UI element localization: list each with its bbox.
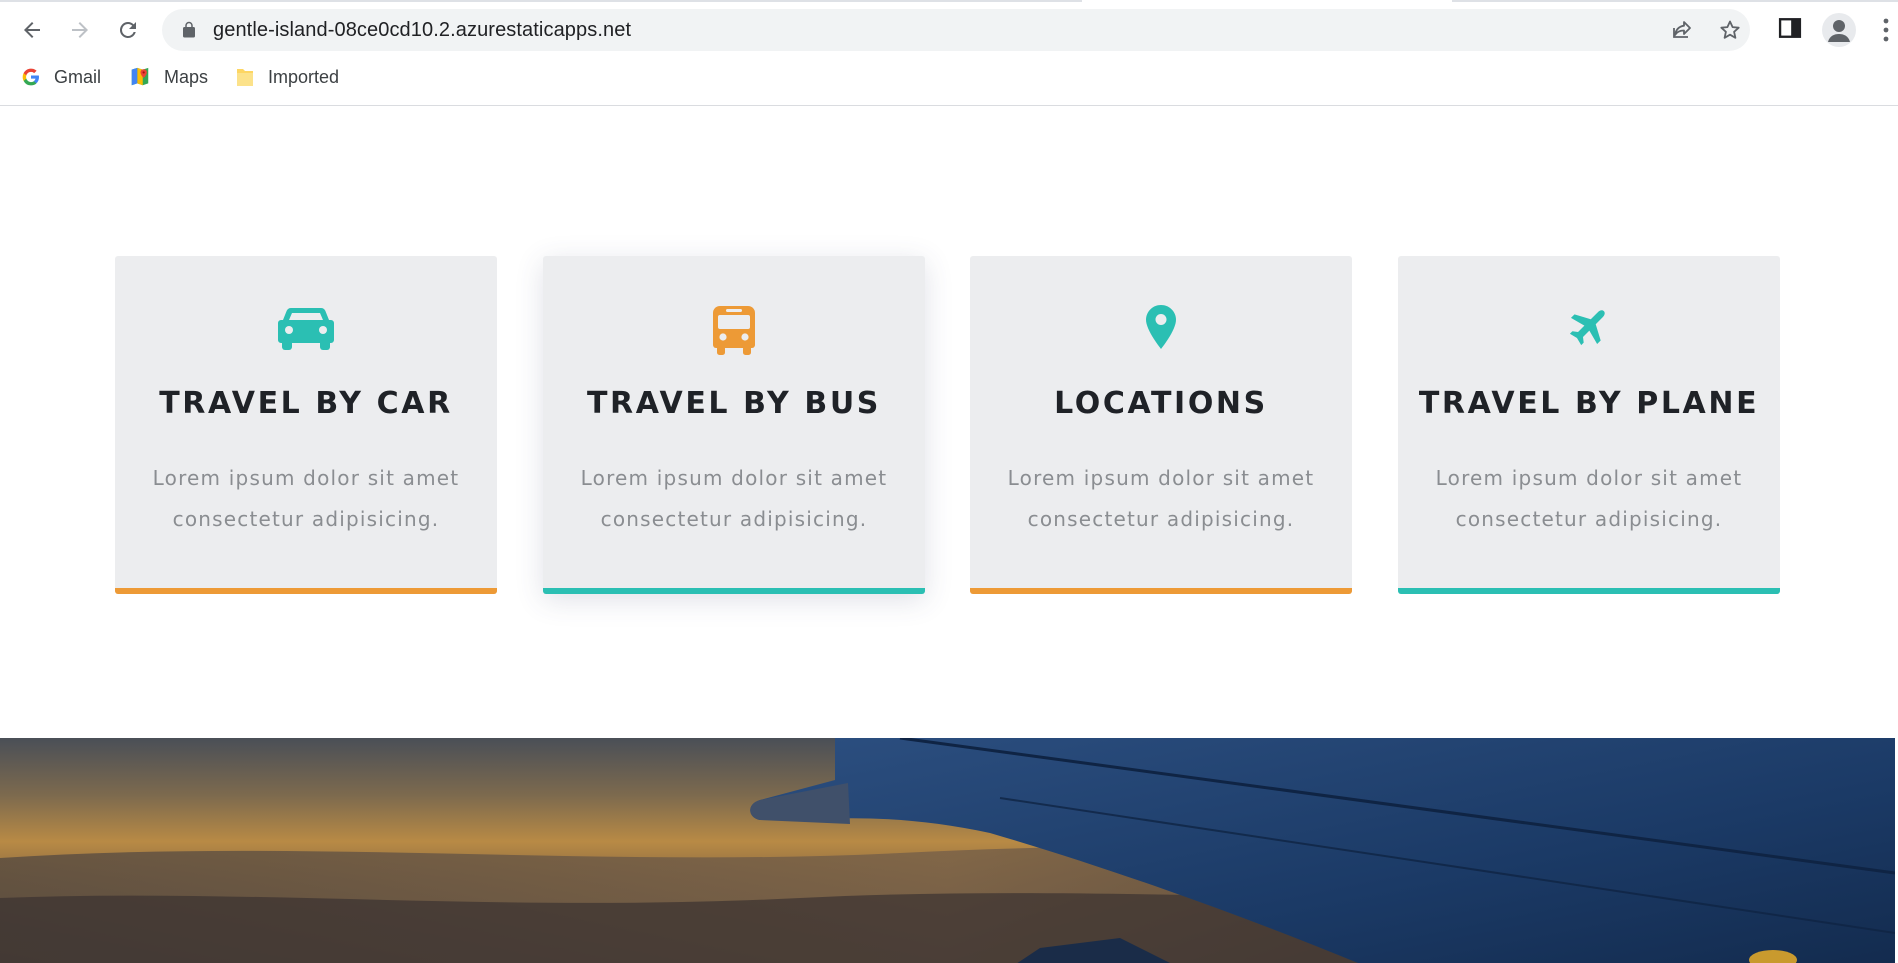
bus-icon: [713, 306, 755, 355]
bookmark-maps[interactable]: Maps: [129, 60, 208, 94]
menu-kebab-icon[interactable]: [1880, 16, 1892, 44]
card-accent-bar: [970, 588, 1352, 594]
service-card-locations: LOCATIONS Lorem ipsum dolor sit amet cons…: [970, 256, 1352, 594]
card-accent-bar: [1398, 588, 1780, 594]
lock-icon: [183, 21, 195, 38]
tab-strip-edge: [0, 0, 1898, 2]
bookmark-imported[interactable]: Imported: [235, 60, 339, 94]
bookmark-label: Imported: [268, 66, 340, 87]
forward-arrow-icon: [72, 22, 88, 38]
card-description: Lorem ipsum dolor sit amet consectetur ad…: [580, 466, 888, 531]
forward-button[interactable]: [60, 10, 100, 50]
service-card-plane: TRAVEL BY PLANE Lorem ipsum dolor sit am…: [1398, 256, 1780, 594]
map-marker-icon: [1146, 305, 1176, 349]
folder-icon: [237, 69, 253, 86]
service-card-car: TRAVEL BY CAR Lorem ipsum dolor sit amet…: [115, 256, 497, 594]
reload-button[interactable]: [108, 10, 148, 50]
bookmark-star-icon[interactable]: [1718, 18, 1742, 42]
bookmarks-bar: Gmail Maps Imported: [0, 60, 1898, 94]
url-text: gentle-island-08ce0cd10.2.azurestaticapp…: [213, 19, 632, 41]
back-arrow-icon: [24, 22, 40, 38]
back-button[interactable]: [12, 10, 52, 50]
page-viewport: TRAVEL BY CAR Lorem ipsum dolor sit amet…: [0, 106, 1898, 963]
card-title: LOCATIONS: [1054, 386, 1268, 421]
service-card-bus: TRAVEL BY BUS Lorem ipsum dolor sit amet…: [543, 256, 925, 594]
hero-airplane-wing-image: [0, 738, 1895, 963]
card-title: TRAVEL BY PLANE: [1418, 386, 1760, 421]
maps-icon: [131, 67, 149, 86]
bookmark-gmail[interactable]: Gmail: [21, 60, 101, 94]
card-title: TRAVEL BY BUS: [586, 386, 882, 421]
plane-icon: [1569, 310, 1605, 346]
card-description: Lorem ipsum dolor sit amet consectetur ad…: [1435, 466, 1743, 531]
bookmark-label: Maps: [164, 66, 209, 87]
card-accent-bar: [115, 588, 497, 594]
google-icon: [22, 68, 39, 86]
car-icon: [278, 308, 334, 350]
card-description: Lorem ipsum dolor sit amet consectetur ad…: [1007, 466, 1315, 531]
profile-avatar[interactable]: [1822, 13, 1856, 47]
address-bar[interactable]: gentle-island-08ce0cd10.2.azurestaticapp…: [162, 9, 1750, 51]
share-icon[interactable]: [1670, 18, 1694, 42]
card-description: Lorem ipsum dolor sit amet consectetur ad…: [152, 466, 460, 531]
side-panel-icon[interactable]: [1776, 14, 1804, 42]
bookmark-label: Gmail: [54, 66, 102, 87]
card-title: TRAVEL BY CAR: [159, 386, 453, 421]
browser-chrome: gentle-island-08ce0cd10.2.azurestaticapp…: [0, 0, 1898, 106]
person-icon: [1828, 20, 1850, 42]
reload-icon: [119, 21, 136, 38]
sunset-wing-illustration: [0, 738, 1895, 963]
section-heading-cutoff: [0, 106, 1898, 124]
card-accent-bar: [543, 588, 925, 594]
